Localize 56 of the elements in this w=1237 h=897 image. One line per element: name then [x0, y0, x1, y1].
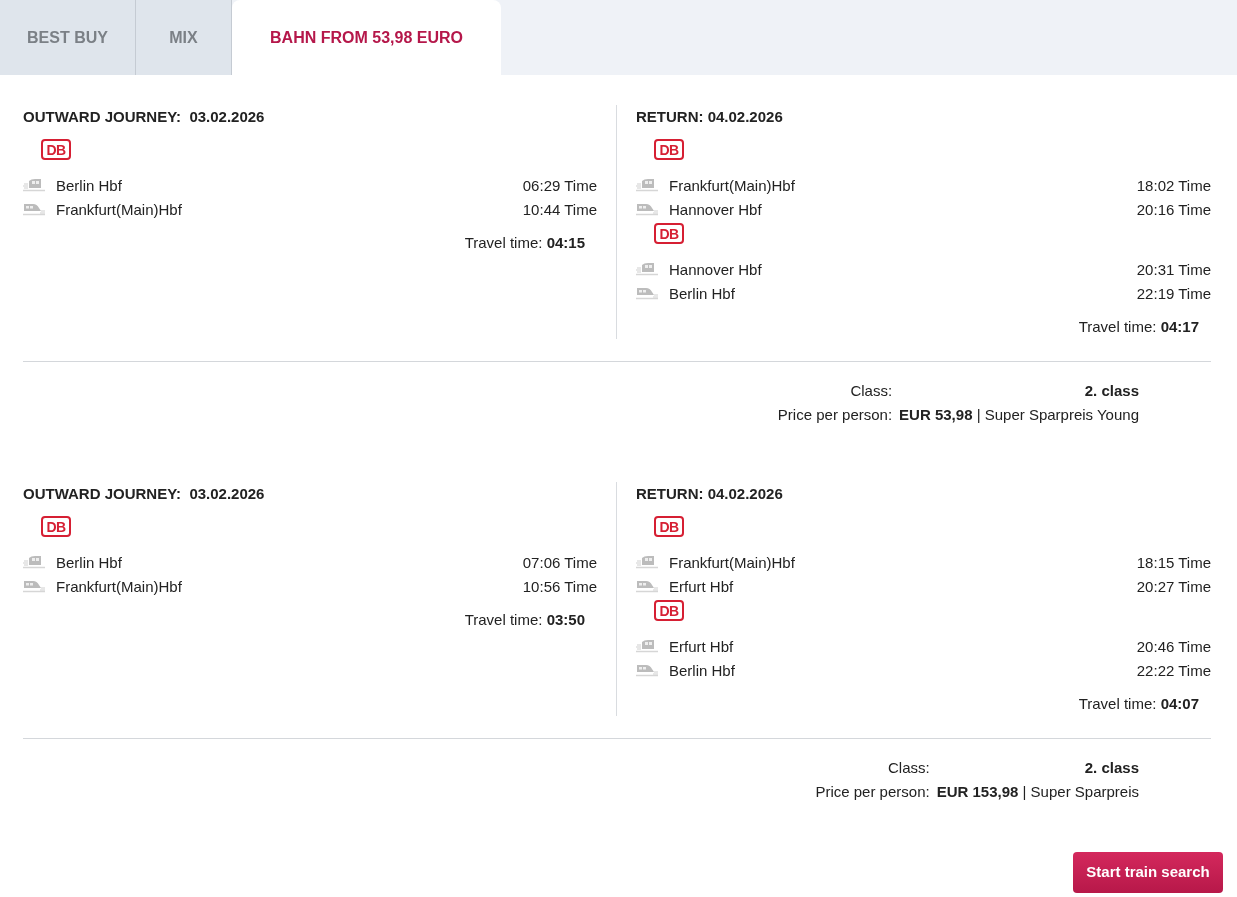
- stop-time: 22:19 Time: [1136, 283, 1211, 304]
- station-name: Frankfurt(Main)Hbf: [669, 175, 795, 196]
- station-name: Hannover Hbf: [669, 199, 762, 220]
- station-name: Berlin Hbf: [669, 283, 735, 304]
- detail-label: Class:: [850, 381, 893, 401]
- train-icon: [636, 176, 658, 192]
- journey-heading: RETURN: 04.02.2026: [636, 107, 783, 127]
- tab[interactable]: BEST BUY: [0, 0, 136, 75]
- tab[interactable]: BAHN FROM 53,98 EURO: [232, 0, 501, 75]
- operator-logo: DB: [41, 516, 71, 537]
- travel-time: Travel time: 04:07: [1078, 694, 1199, 714]
- operator-logo: DB: [654, 223, 684, 244]
- operator-logo: DB: [654, 600, 684, 621]
- tab[interactable]: MIX: [136, 0, 232, 75]
- stop-time: 07:06 Time: [522, 552, 597, 573]
- detail-label: Price per person:: [777, 405, 893, 425]
- detail-label: Class:: [887, 758, 930, 778]
- station-name: Frankfurt(Main)Hbf: [669, 552, 795, 573]
- stop-time: 22:22 Time: [1136, 660, 1211, 681]
- station-name: Berlin Hbf: [56, 175, 122, 196]
- train-icon: [23, 176, 45, 192]
- operator-logo: DB: [654, 516, 684, 537]
- train-icon: [23, 553, 45, 569]
- operator-logo: DB: [41, 139, 71, 160]
- start-train-search-button[interactable]: Start train search: [1073, 852, 1223, 893]
- stop-time: 20:16 Time: [1136, 199, 1211, 220]
- station-name: Hannover Hbf: [669, 259, 762, 280]
- stop-time: 10:44 Time: [522, 199, 597, 220]
- stop-time: 10:56 Time: [522, 576, 597, 597]
- travel-time: Travel time: 04:17: [1078, 317, 1199, 337]
- train-icon: [636, 637, 658, 653]
- operator-logo: DB: [654, 139, 684, 160]
- stop-time: 18:02 Time: [1136, 175, 1211, 196]
- station-name: Erfurt Hbf: [669, 636, 734, 657]
- stop-time: 20:27 Time: [1136, 576, 1211, 597]
- journey-heading: OUTWARD JOURNEY: 03.02.2026: [23, 484, 265, 504]
- station-name: Berlin Hbf: [56, 552, 122, 573]
- journey-heading: RETURN: 04.02.2026: [636, 484, 783, 504]
- detail-label: Price per person:: [815, 782, 930, 802]
- price-value: EUR 53,98 | Super Sparpreis Young: [899, 405, 1139, 425]
- station-name: Erfurt Hbf: [669, 576, 734, 597]
- station-name: Frankfurt(Main)Hbf: [56, 576, 182, 597]
- travel-time: Travel time: 03:50: [464, 610, 585, 630]
- stop-time: 20:46 Time: [1136, 636, 1211, 657]
- stop-time: 18:15 Time: [1136, 552, 1211, 573]
- train-icon: [636, 553, 658, 569]
- journey-heading: OUTWARD JOURNEY: 03.02.2026: [23, 107, 265, 127]
- stop-time: 06:29 Time: [522, 175, 597, 196]
- travel-time: Travel time: 04:15: [464, 233, 585, 253]
- stop-time: 20:31 Time: [1136, 259, 1211, 280]
- class-value: 2. class: [1084, 381, 1139, 401]
- price-value: EUR 153,98 | Super Sparpreis: [936, 782, 1139, 802]
- station-name: Berlin Hbf: [669, 660, 735, 681]
- train-icon: [636, 260, 658, 276]
- class-value: 2. class: [1084, 758, 1139, 778]
- station-name: Frankfurt(Main)Hbf: [56, 199, 182, 220]
